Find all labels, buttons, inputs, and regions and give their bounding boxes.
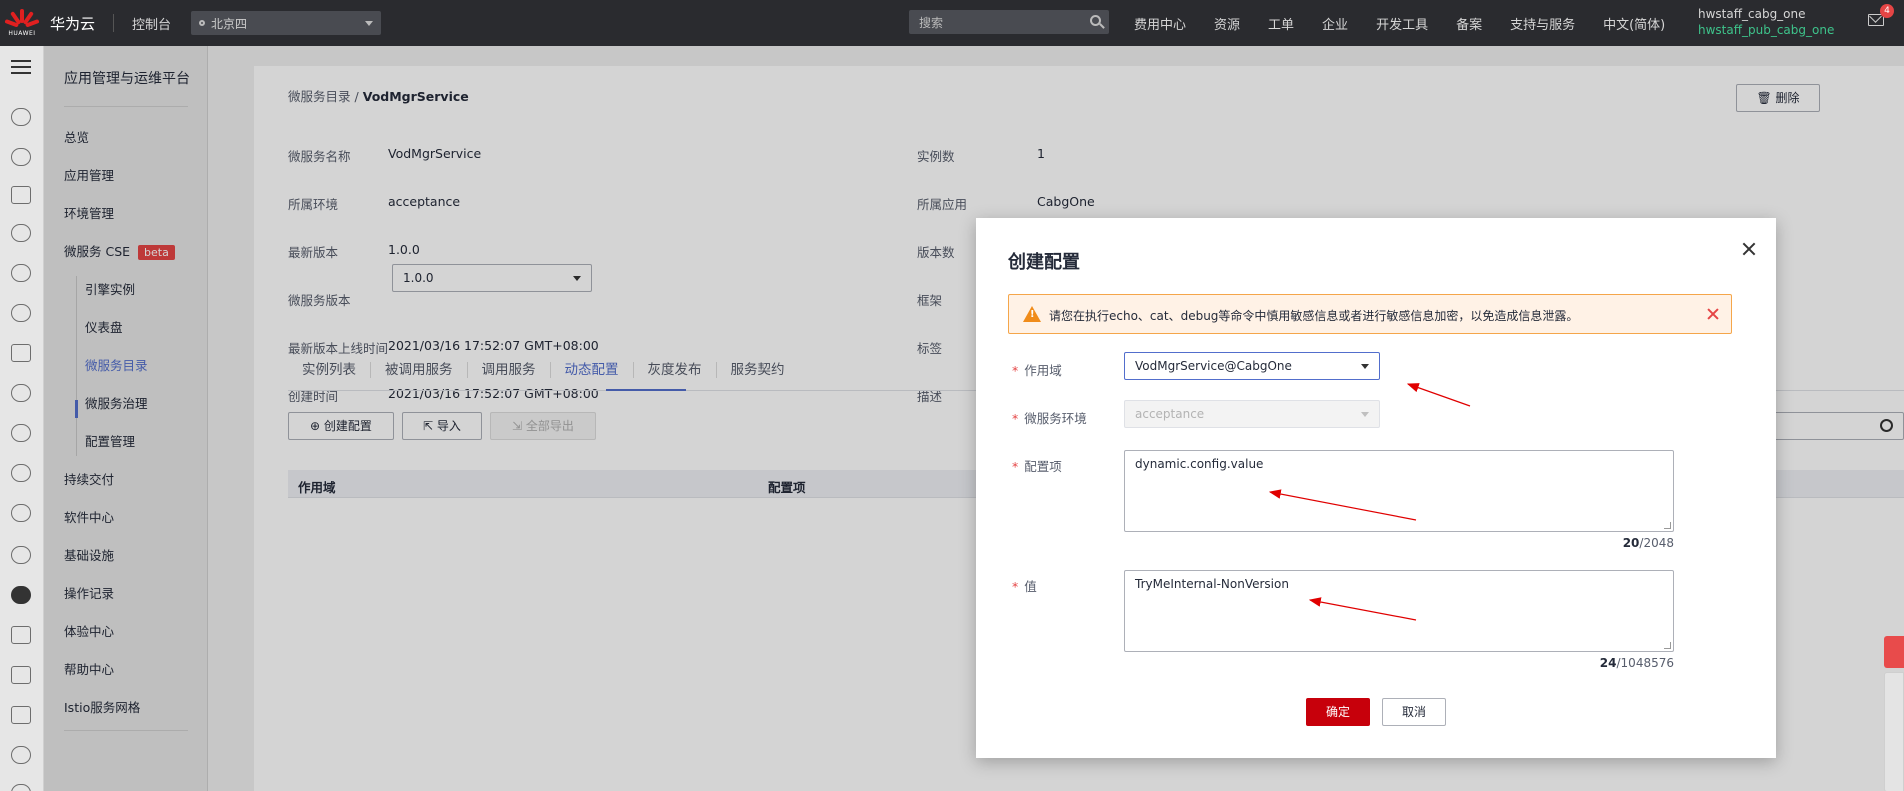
target-icon[interactable]: [11, 784, 31, 791]
value-textarea[interactable]: TryMeInternal-NonVersion: [1124, 570, 1674, 652]
value-counter: 24/1048576: [1599, 656, 1674, 670]
monitor-icon[interactable]: [11, 626, 31, 644]
huawei-logo[interactable]: HUAWEI: [0, 0, 44, 46]
console-link[interactable]: 控制台: [132, 14, 171, 33]
chevron-down-icon: [1361, 412, 1369, 417]
anchor-icon[interactable]: [11, 186, 31, 204]
value-label: * 值: [1012, 579, 1037, 594]
resize-handle[interactable]: [1664, 642, 1671, 649]
dialog-title: 创建配置: [1008, 252, 1080, 273]
huawei-flower-icon: [4, 9, 40, 29]
hamburger-menu-icon[interactable]: [11, 60, 31, 74]
close-icon[interactable]: [1742, 242, 1756, 256]
config-key-textarea[interactable]: dynamic.config.value: [1124, 450, 1674, 532]
search-icon[interactable]: [1090, 15, 1101, 26]
mail-badge: 4: [1880, 4, 1894, 18]
chart-icon[interactable]: [11, 666, 31, 684]
service-icon-rail: [0, 46, 44, 791]
cancel-button[interactable]: 取消: [1382, 698, 1446, 726]
nav-tickets[interactable]: 工单: [1268, 14, 1294, 33]
warning-alert: 请您在执行echo、cat、debug等命令中慎用敏感信息或者进行敏感信息加密，…: [1008, 294, 1732, 334]
cloud-gear-icon[interactable]: [11, 304, 31, 322]
config-key-label: * 配置项: [1012, 459, 1062, 474]
globe-icon[interactable]: [11, 148, 31, 166]
magnify-icon[interactable]: [11, 746, 31, 764]
diamond-icon[interactable]: [11, 344, 31, 362]
user-sub-account: hwstaff_pub_cabg_one: [1698, 23, 1835, 37]
nav-dev-tools[interactable]: 开发工具: [1376, 14, 1428, 33]
ip-icon[interactable]: [11, 224, 31, 242]
top-nav: 费用中心 资源 工单 企业 开发工具 备案 支持与服务 中文(简体): [1134, 0, 1693, 46]
scope-value: VodMgrService@CabgOne: [1135, 359, 1292, 373]
value-label-text: 值: [1024, 579, 1037, 594]
chevron-down-icon: [365, 21, 374, 26]
search-placeholder: 搜索: [919, 16, 944, 30]
screen-icon[interactable]: [11, 706, 31, 724]
user-account[interactable]: hwstaff_cabg_one hwstaff_pub_cabg_one: [1698, 6, 1834, 38]
cluster-icon[interactable]: [11, 464, 31, 482]
divider: [113, 14, 115, 32]
region-selector[interactable]: 北京四: [191, 11, 382, 35]
network-icon[interactable]: [11, 504, 31, 522]
config-key-value: dynamic.config.value: [1135, 457, 1264, 471]
region-name: 北京四: [211, 16, 248, 31]
env-label: * 微服务环境: [1012, 411, 1087, 426]
cloud-icon[interactable]: [11, 108, 31, 126]
resize-handle[interactable]: [1664, 522, 1671, 529]
chevron-down-icon: [1361, 364, 1369, 369]
side-toolbar[interactable]: [1884, 672, 1904, 791]
env-select[interactable]: acceptance: [1124, 400, 1380, 428]
brand-name[interactable]: 华为云: [50, 13, 95, 34]
shield-gear-icon[interactable]: [11, 384, 31, 402]
logo-wordmark: HUAWEI: [8, 30, 36, 37]
config-key-counter: 20/2048: [1622, 536, 1674, 550]
location-pin-icon: [199, 20, 206, 26]
scope-label-text: 作用域: [1024, 363, 1062, 378]
user-name: hwstaff_cabg_one: [1698, 7, 1806, 21]
confirm-button[interactable]: 确定: [1306, 698, 1370, 726]
warning-icon: [1023, 306, 1041, 322]
config-key-label-text: 配置项: [1024, 459, 1062, 474]
shield-icon[interactable]: [11, 586, 31, 604]
global-search-input[interactable]: 搜索: [909, 10, 1109, 34]
scope-label: * 作用域: [1012, 363, 1062, 378]
scope-select[interactable]: VodMgrService@CabgOne: [1124, 352, 1380, 380]
close-icon[interactable]: [1707, 308, 1719, 320]
cloud-service-icon[interactable]: [11, 424, 31, 442]
cloud-db-icon[interactable]: [11, 264, 31, 282]
nav-support[interactable]: 支持与服务: [1510, 14, 1575, 33]
nav-enterprise[interactable]: 企业: [1322, 14, 1348, 33]
top-bar: HUAWEI 华为云 控制台 北京四 搜索 费用中心 资源 工单 企业 开发工具…: [0, 0, 1904, 46]
env-value: acceptance: [1135, 407, 1205, 421]
nav-billing[interactable]: 费用中心: [1134, 14, 1186, 33]
nav-icp[interactable]: 备案: [1456, 14, 1482, 33]
alert-text: 请您在执行echo、cat、debug等命令中慎用敏感信息或者进行敏感信息加密，…: [1049, 309, 1579, 323]
nav-language[interactable]: 中文(简体): [1603, 14, 1665, 33]
feedback-widget[interactable]: [1884, 636, 1904, 668]
settings-network-icon[interactable]: [11, 546, 31, 564]
nav-resources[interactable]: 资源: [1214, 14, 1240, 33]
value-text: TryMeInternal-NonVersion: [1135, 577, 1289, 591]
create-config-dialog: 创建配置 请您在执行echo、cat、debug等命令中慎用敏感信息或者进行敏感…: [976, 218, 1776, 758]
env-label-text: 微服务环境: [1024, 411, 1087, 426]
